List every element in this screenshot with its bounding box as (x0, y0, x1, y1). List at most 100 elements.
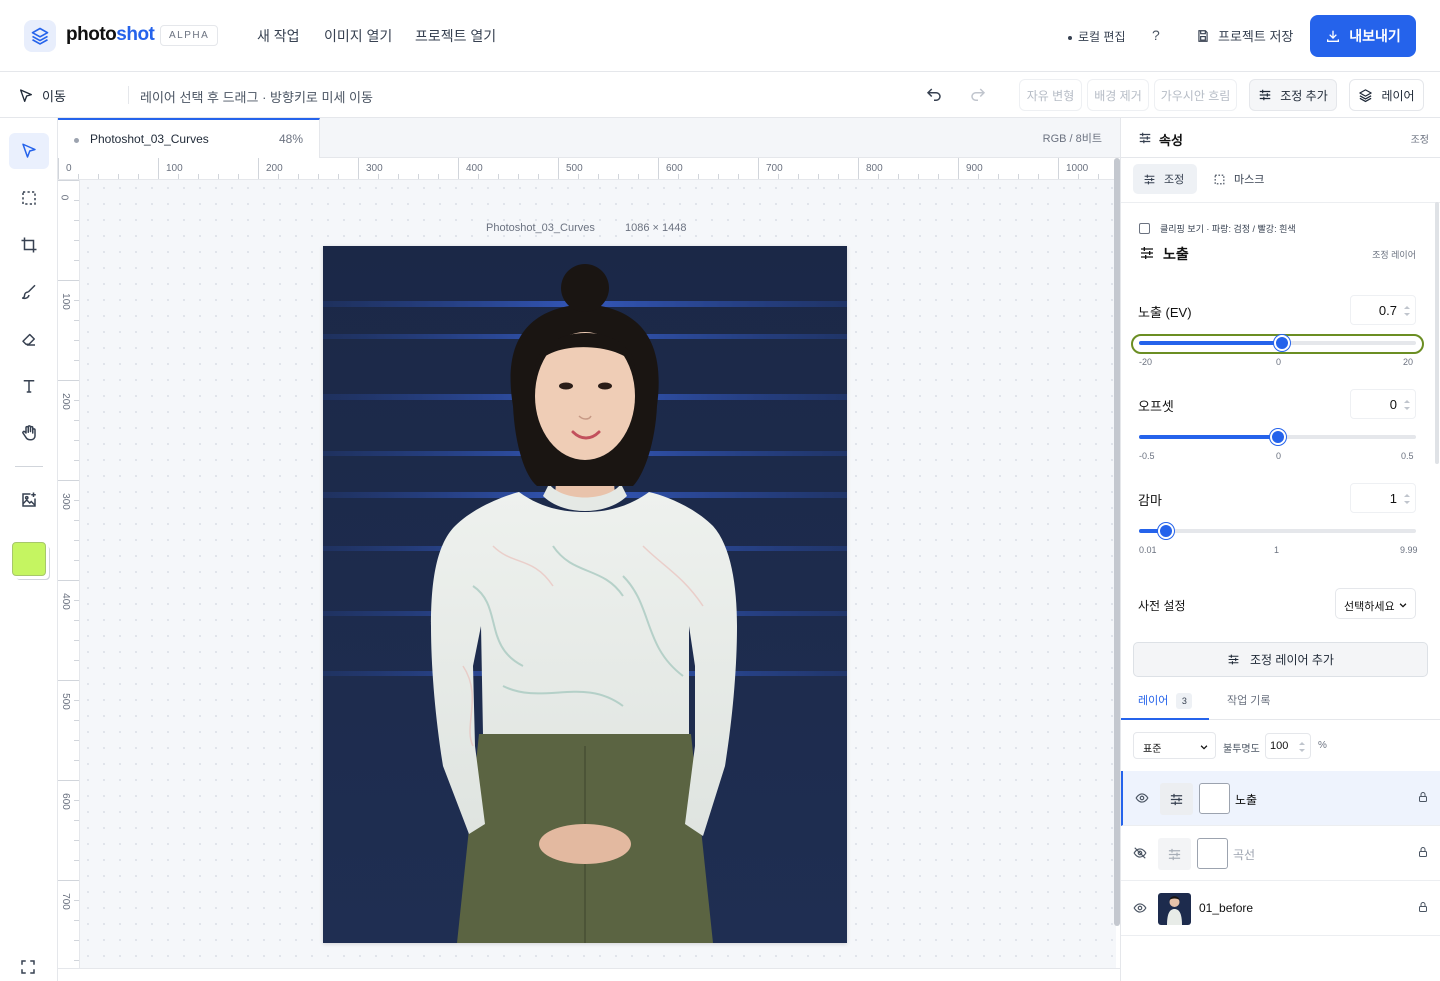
foreground-color-swatch[interactable] (12, 542, 46, 576)
gaussian-blur-button[interactable]: 가우시안 흐림 (1154, 79, 1237, 111)
remove-background-button[interactable]: 배경 제거 (1087, 79, 1149, 111)
layers-tabs: 레이어 3 작업 기록 (1121, 678, 1440, 720)
ruler-label: 700 (766, 163, 783, 174)
clipping-checkbox[interactable] (1139, 223, 1150, 234)
slider-tick: 0 (1276, 357, 1282, 367)
brand-name: photoshot (66, 24, 155, 45)
properties-panel: 속성 조정 조정 마스크 클리핑 보기 · 파랑: 검정 / 빨강: 흰색 노출… (1120, 118, 1440, 981)
free-transform-button[interactable]: 자유 변형 (1019, 79, 1082, 111)
current-tool-move: 이동 (18, 86, 66, 105)
download-icon (1325, 28, 1341, 44)
offset-slider[interactable] (1139, 429, 1416, 445)
panel-divider (1121, 202, 1440, 203)
image-plus-icon (20, 491, 38, 509)
marquee-tool[interactable] (9, 180, 49, 216)
text-icon (20, 377, 38, 395)
sliders-icon (1139, 245, 1155, 261)
eye-off-icon[interactable] (1133, 846, 1147, 860)
stepper-icon[interactable] (1298, 740, 1306, 754)
canvas-workspace[interactable]: Photoshot_03_Curves 1086 × 1448 (80, 180, 1116, 968)
crop-tool[interactable] (9, 227, 49, 263)
stepper-icon[interactable] (1403, 304, 1411, 318)
vertical-ruler: 0 100 200 300 400 500 600 700 (58, 180, 80, 968)
add-adjustment-layer-button[interactable]: 조정 레이어 추가 (1133, 642, 1428, 677)
gamma-slider[interactable] (1139, 523, 1416, 539)
hand-tool[interactable] (9, 415, 49, 451)
properties-scrollbar[interactable] (1435, 202, 1439, 464)
slider-thumb[interactable] (1269, 429, 1286, 445)
add-image-tool[interactable] (9, 482, 49, 518)
layer-row-curves[interactable]: 곡선 (1121, 826, 1440, 881)
document-tab-name: Photoshot_03_Curves (90, 132, 209, 146)
tab-mask[interactable]: 마스크 (1203, 164, 1274, 194)
properties-subtitle: 조정 (1410, 135, 1429, 146)
slider-fill (1139, 341, 1283, 345)
tab-adjust[interactable]: 조정 (1133, 164, 1197, 194)
slider-tick: 9.99 (1400, 545, 1418, 555)
fullscreen-icon[interactable] (19, 958, 37, 976)
redo-icon[interactable] (969, 86, 987, 104)
tab-history[interactable]: 작업 기록 (1227, 692, 1271, 708)
undo-icon[interactable] (925, 86, 943, 104)
document-tab[interactable]: Photoshot_03_Curves 48% (58, 118, 320, 158)
canvas-image[interactable] (323, 246, 847, 943)
text-tool[interactable] (9, 368, 49, 404)
exposure-input[interactable]: 0.7 (1350, 295, 1416, 325)
eye-icon[interactable] (1135, 791, 1149, 805)
gamma-input[interactable]: 1 (1350, 483, 1416, 513)
eraser-tool[interactable] (9, 321, 49, 357)
export-button[interactable]: 내보내기 (1310, 15, 1416, 57)
layer-count-badge: 3 (1176, 693, 1193, 709)
tools-divider (15, 466, 43, 467)
lock-icon[interactable] (1417, 901, 1429, 913)
horizontal-ruler: 0 100 200 300 400 500 600 700 800 900 10… (58, 158, 1116, 180)
ruler-label: 400 (466, 163, 483, 174)
ruler-label: 800 (866, 163, 883, 174)
tab-status-dot (74, 138, 79, 143)
layer-row-before[interactable]: 01_before (1121, 881, 1440, 936)
add-adjustment-button[interactable]: 조정 추가 (1249, 79, 1337, 111)
ruler-label: 500 (566, 163, 583, 174)
tool-options-bar: 이동 레이어 선택 후 드래그 · 방향키로 미세 이동 자유 변형 배경 제거… (0, 72, 1440, 118)
tab-layers[interactable]: 레이어 3 (1138, 692, 1193, 709)
slider-tick: -20 (1139, 357, 1153, 367)
lock-icon[interactable] (1417, 846, 1429, 858)
exposure-slider[interactable] (1139, 335, 1416, 351)
nav-open-image[interactable]: 이미지 열기 (324, 26, 392, 46)
layer-row-exposure[interactable]: 노출 (1121, 771, 1440, 826)
preset-select[interactable]: 선택하세요 (1335, 588, 1416, 619)
clipping-toggle[interactable]: 클리핑 보기 · 파랑: 검정 / 빨강: 흰색 (1139, 222, 1296, 235)
nav-open-project[interactable]: 프로젝트 열기 (415, 26, 496, 46)
save-project-button[interactable]: 프로젝트 저장 (1196, 26, 1293, 45)
move-tool[interactable] (9, 133, 49, 169)
help-button[interactable]: ? (1152, 27, 1160, 43)
stepper-icon[interactable] (1403, 492, 1411, 506)
adjustment-subtitle: 조정 레이어 (1372, 250, 1416, 260)
properties-title: 속성 (1159, 133, 1183, 148)
exposure-label: 노출 (EV) (1138, 305, 1192, 320)
alpha-badge: ALPHA (160, 25, 219, 46)
adjustment-title: 노출 (1163, 246, 1189, 262)
lock-icon[interactable] (1417, 791, 1429, 803)
layer-mask-thumbnail[interactable] (1199, 783, 1230, 814)
slider-tick: 0.5 (1401, 451, 1414, 461)
brush-tool[interactable] (9, 274, 49, 310)
layer-name: 01_before (1199, 901, 1254, 915)
stepper-icon[interactable] (1403, 398, 1411, 412)
layers-logo-icon (24, 20, 56, 52)
offset-input[interactable]: 0 (1350, 389, 1416, 419)
layer-mask-thumbnail[interactable] (1197, 838, 1228, 869)
eye-icon[interactable] (1133, 901, 1147, 915)
layers-button[interactable]: 레이어 (1349, 79, 1424, 111)
chevron-down-icon (1398, 600, 1408, 610)
nav-new-work[interactable]: 새 작업 (257, 26, 300, 46)
eraser-icon (20, 330, 38, 348)
slider-fill (1139, 435, 1278, 439)
opacity-input[interactable]: 100 (1265, 733, 1311, 759)
opacity-label: 불투명도 (1223, 744, 1260, 755)
blend-mode-select[interactable]: 표준 (1133, 732, 1216, 759)
slider-thumb[interactable] (1158, 523, 1175, 539)
active-tab-underline (1121, 718, 1209, 720)
ruler-label: 100 (166, 163, 183, 174)
dashed-square-icon (1213, 173, 1226, 186)
